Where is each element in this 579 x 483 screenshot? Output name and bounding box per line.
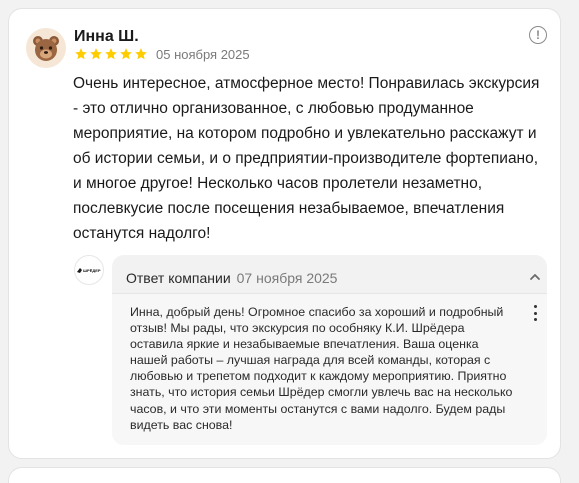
rating-stars <box>74 47 148 61</box>
company-logo-text: ШРЁДЕР <box>83 268 101 273</box>
info-button[interactable]: ! <box>529 26 547 44</box>
review-text: Очень интересное, атмосферное место! Пон… <box>73 75 540 242</box>
review-date: 05 ноября 2025 <box>156 47 250 62</box>
reply-header[interactable]: Ответ компании 07 ноября 2025 <box>126 270 337 286</box>
review-card: Инна Ш. 05 ноября 2025 ! Очень интересно… <box>8 8 561 459</box>
reply-title: Ответ компании <box>126 270 231 286</box>
chevron-up-icon[interactable] <box>529 271 541 283</box>
star-icon <box>90 48 102 60</box>
reply-body: Инна, добрый день! Огромное спасибо за х… <box>112 293 547 445</box>
info-icon: ! <box>536 28 540 42</box>
next-review-card <box>8 467 561 483</box>
reply-text: Инна, добрый день! Огромное спасибо за х… <box>130 305 513 432</box>
star-icon <box>75 48 87 60</box>
company-logo: ШРЁДЕР <box>74 255 104 285</box>
company-reply: Ответ компании 07 ноября 2025 Инна, добры… <box>112 255 547 445</box>
more-vertical-icon[interactable] <box>531 304 539 322</box>
star-icon <box>105 48 117 60</box>
reply-date: 07 ноября 2025 <box>236 270 338 286</box>
avatar[interactable] <box>26 28 66 68</box>
bear-emoji-icon <box>33 36 59 61</box>
star-icon <box>135 48 147 60</box>
star-icon <box>120 48 132 60</box>
author-name[interactable]: Инна Ш. <box>74 28 139 46</box>
